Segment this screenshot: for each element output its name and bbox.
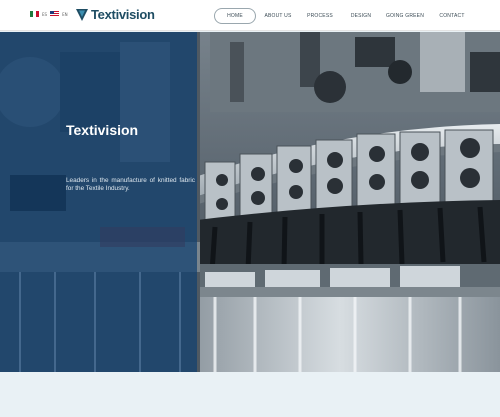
- site-header: ES EN Textivision HOME ABOUT US PROCESS …: [0, 0, 500, 31]
- nav-contact[interactable]: CONTACT: [432, 9, 472, 23]
- nav-design[interactable]: DESIGN: [346, 9, 376, 23]
- hero-section: Textivision Leaders in the manufacture o…: [0, 32, 500, 372]
- main-nav: HOME ABOUT US PROCESS DESIGN GOING GREEN…: [214, 8, 472, 24]
- page-bottom-band: [0, 372, 500, 417]
- language-switcher: ES EN: [30, 11, 68, 17]
- logo-text: Textivision: [91, 7, 155, 22]
- nav-going-green[interactable]: GOING GREEN: [382, 9, 428, 23]
- language-es[interactable]: ES: [42, 12, 47, 17]
- nav-process[interactable]: PROCESS: [300, 9, 340, 23]
- logo-mark-icon: [76, 8, 88, 21]
- site-logo[interactable]: Textivision: [76, 7, 155, 22]
- hero-title: Textivision: [66, 122, 139, 138]
- nav-about-us[interactable]: ABOUT US: [258, 9, 298, 23]
- usa-flag-icon[interactable]: [50, 11, 60, 17]
- hero-description: Leaders in the manufacture of knitted fa…: [66, 177, 195, 193]
- language-en[interactable]: EN: [62, 12, 68, 17]
- hero-accent-box: [10, 175, 66, 211]
- nav-home[interactable]: HOME: [214, 8, 256, 24]
- mexico-flag-icon[interactable]: [30, 11, 39, 17]
